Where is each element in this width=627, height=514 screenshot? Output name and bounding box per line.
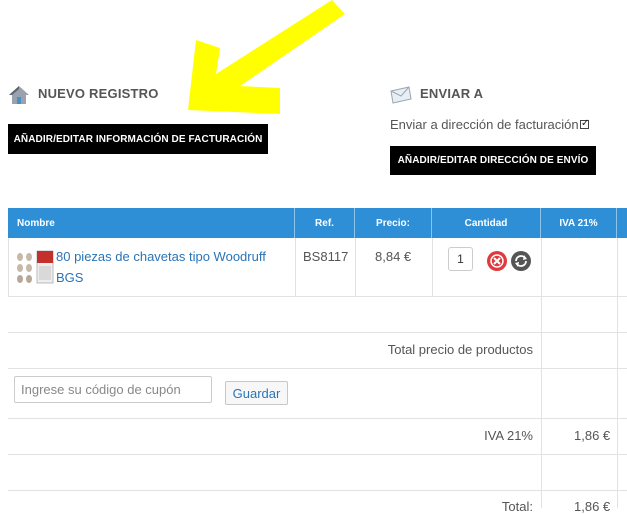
grid-line [8, 332, 627, 333]
product-name-link[interactable]: 80 piezas de chavetas tipo Woodruff BGS [56, 246, 276, 288]
remove-item-icon[interactable] [486, 250, 508, 272]
enviar-a-title: ENVIAR A [420, 86, 484, 101]
nuevo-registro-title: NUEVO REGISTRO [38, 86, 159, 101]
quantity-field[interactable]: 1 [448, 247, 473, 271]
same-address-label: Enviar a dirección de facturación [390, 117, 579, 132]
grid-line [8, 454, 627, 455]
refresh-icon[interactable] [510, 250, 532, 272]
col-cantidad: Cantidad [432, 208, 541, 238]
coupon-save-button[interactable]: Guardar [225, 381, 288, 405]
grid-line [355, 238, 356, 297]
coupon-input[interactable] [14, 376, 212, 403]
grid-line [8, 238, 9, 297]
grid-line [295, 238, 296, 297]
grid-line [8, 418, 627, 419]
total-label: Total: [501, 499, 533, 514]
total-value: 1,86 € [574, 499, 611, 514]
iva-label: IVA 21% [484, 428, 533, 443]
col-ref: Ref. [295, 208, 355, 238]
grid-line [8, 490, 627, 491]
home-icon [8, 84, 30, 106]
col-precio: Precio: [355, 208, 432, 238]
grid-line [617, 238, 618, 508]
cart-table-header: Nombre Ref. Precio: Cantidad IVA 21% [8, 208, 627, 238]
envelope-icon [390, 86, 412, 104]
annotation-arrow [188, 0, 345, 114]
iva-value: 1,86 € [574, 428, 611, 443]
grid-line [541, 238, 542, 508]
product-ref: BS8117 [303, 249, 349, 264]
total-products-label: Total precio de productos [387, 342, 533, 357]
col-nombre: Nombre [8, 208, 295, 238]
edit-shipping-address-button[interactable]: AÑADIR/EDITAR DIRECCIÓN DE ENVÍO [390, 146, 596, 175]
product-price: 8,84 € [375, 249, 412, 264]
product-thumbnail[interactable] [15, 249, 55, 285]
grid-line [432, 238, 433, 297]
grid-line [8, 296, 627, 297]
same-address-checkbox[interactable] [580, 118, 589, 130]
edit-billing-info-button[interactable]: AÑADIR/EDITAR INFORMACIÓN DE FACTURACIÓN [8, 124, 268, 154]
grid-line [8, 368, 627, 369]
col-iva: IVA 21% [541, 208, 617, 238]
